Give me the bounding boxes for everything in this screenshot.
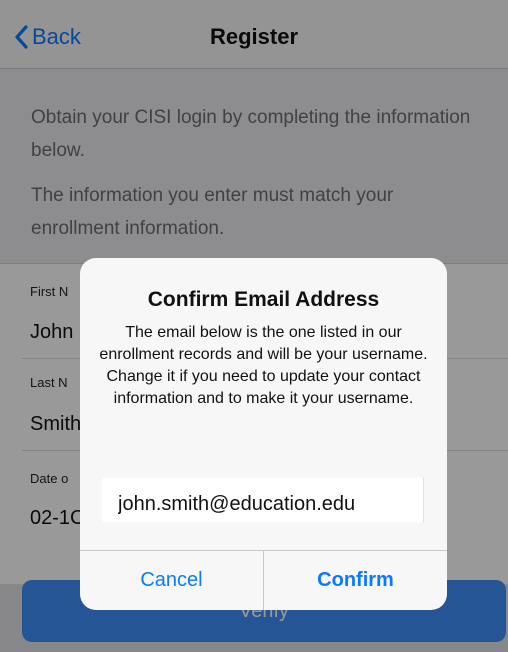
email-input[interactable] <box>102 478 424 522</box>
confirm-email-dialog: Confirm Email Address The email below is… <box>80 258 447 610</box>
dialog-message: The email below is the one listed in our… <box>99 324 428 407</box>
dialog-title: Confirm Email Address <box>147 288 380 311</box>
confirm-button[interactable]: Confirm <box>264 551 447 610</box>
cancel-button[interactable]: Cancel <box>80 551 263 610</box>
